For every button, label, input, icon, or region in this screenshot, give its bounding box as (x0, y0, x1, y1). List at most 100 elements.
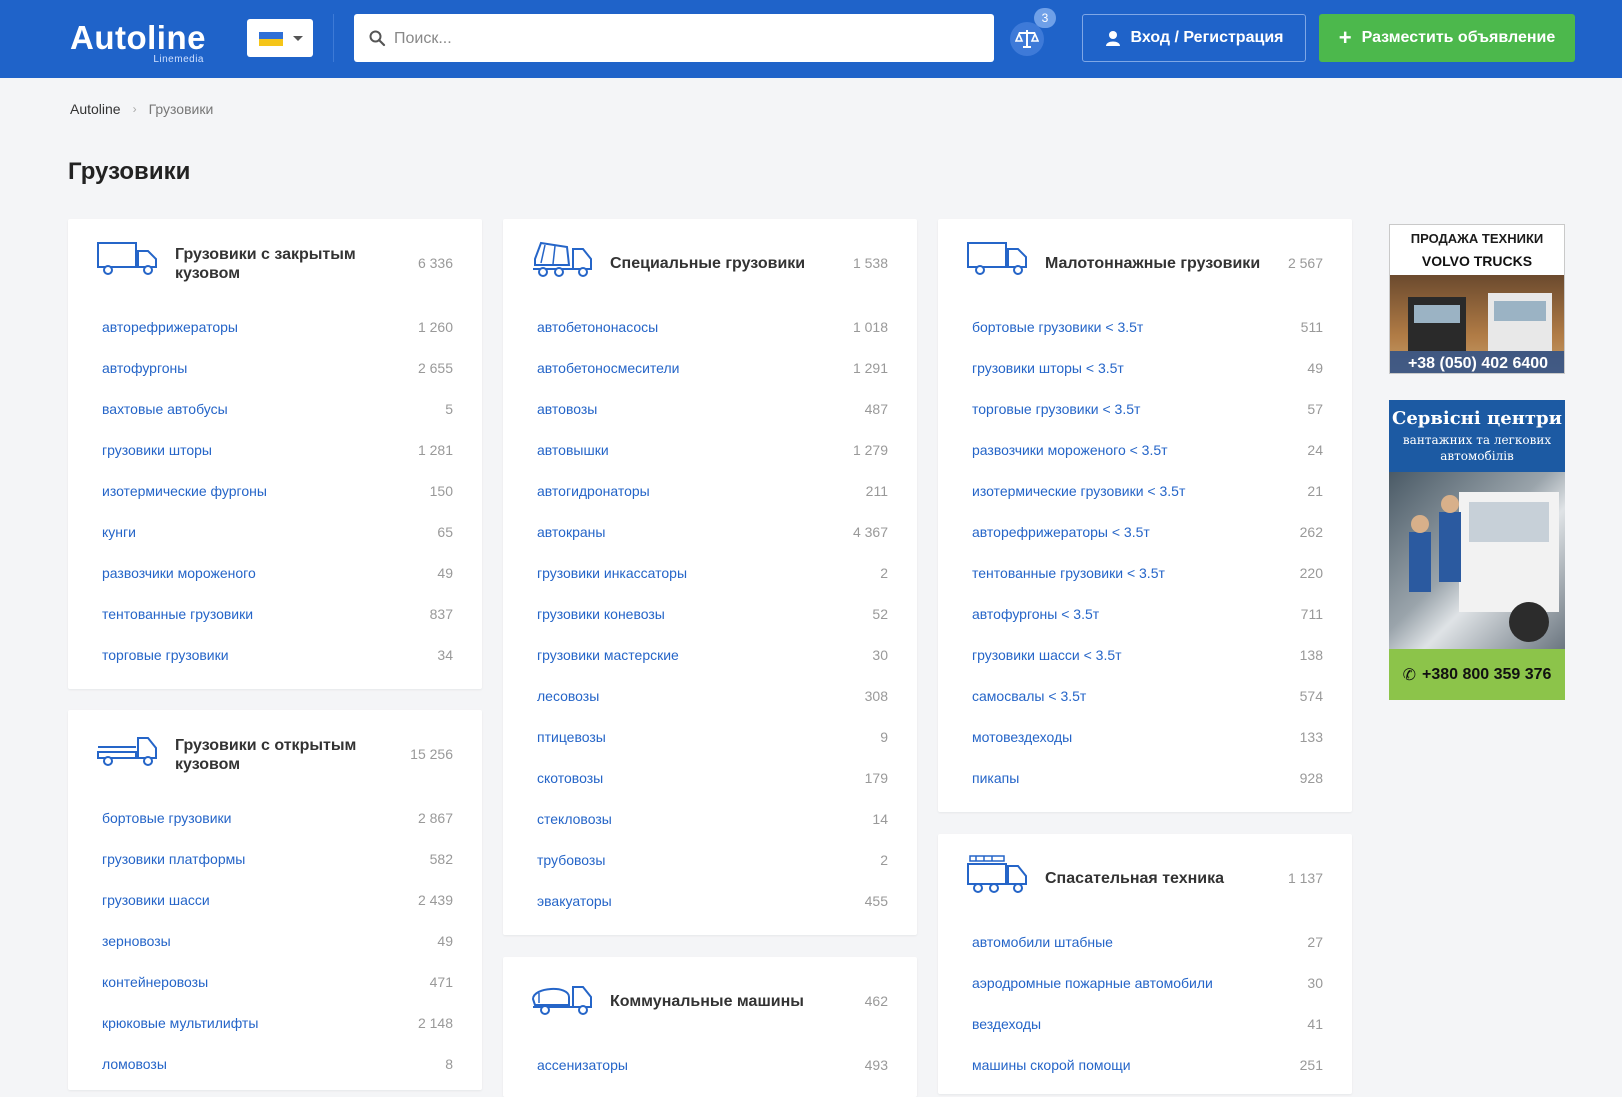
subcategory-link[interactable]: вахтовые автобусы (102, 401, 228, 417)
category-card-open-body: Грузовики с открытым кузовом 15 256 борт… (68, 710, 482, 1090)
subcategory-link[interactable]: торговые грузовики < 3.5т (972, 401, 1140, 417)
subcategory-link[interactable]: автогидронаторы (537, 483, 650, 499)
subcategory-link[interactable]: зерновозы (102, 933, 171, 949)
subcategory-link[interactable]: авторефрижераторы < 3.5т (972, 524, 1150, 540)
subcategory-link[interactable]: мотовездеходы (972, 729, 1072, 745)
autoline-logo[interactable]: Autoline Linemedia (70, 20, 206, 66)
subcategory-link[interactable]: скотовозы (537, 770, 603, 786)
subcategory-link[interactable]: кунги (102, 524, 136, 540)
card-header[interactable]: Грузовики с закрытым кузовом 6 336 (68, 219, 482, 309)
subcategory-link[interactable]: автокраны (537, 524, 605, 540)
list-item: развозчики мороженого < 3.5т 24 (938, 431, 1352, 472)
subcategory-count: 65 (437, 524, 453, 540)
subcategory-count: 9 (880, 729, 888, 745)
subcategory-link[interactable]: тентованные грузовики (102, 606, 253, 622)
subcategory-link[interactable]: торговые грузовики (102, 647, 229, 663)
card-header[interactable]: Специальные грузовики 1 538 (503, 219, 917, 309)
compare-count-badge: 3 (1034, 8, 1056, 28)
category-card-closed-body: Грузовики с закрытым кузовом 6 336 автор… (68, 219, 482, 689)
subcategory-link[interactable]: контейнеровозы (102, 974, 208, 990)
logo-subtext: Linemedia (153, 54, 204, 65)
subcategory-list: авторефрижераторы 1 260 автофургоны 2 655 … (68, 308, 482, 677)
card-header[interactable]: Спасательная техника 1 137 (938, 834, 1352, 924)
list-item: грузовики мастерские 30 (503, 636, 917, 677)
subcategory-link[interactable]: грузовики платформы (102, 851, 245, 867)
subcategory-link[interactable]: автофургоны < 3.5т (972, 606, 1099, 622)
card-header[interactable]: Коммунальные машины 462 (503, 957, 917, 1047)
post-ad-button[interactable]: + Разместить объявление (1319, 14, 1575, 62)
subcategory-link[interactable]: авторефрижераторы (102, 319, 238, 335)
subcategory-link[interactable]: бортовые грузовики (102, 810, 232, 826)
subcategory-link[interactable]: автовышки (537, 442, 609, 458)
subcategory-link[interactable]: эвакуаторы (537, 893, 612, 909)
subcategory-link[interactable]: изотермические фургоны (102, 483, 267, 499)
list-item: грузовики шторы 1 281 (68, 431, 482, 472)
subcategory-link[interactable]: развозчики мороженого (102, 565, 256, 581)
subcategory-link[interactable]: автобетононасосы (537, 319, 658, 335)
subcategory-link[interactable]: стекловозы (537, 811, 612, 827)
list-item: авторефрижераторы 1 260 (68, 308, 482, 349)
subcategory-link[interactable]: крюковые мультилифты (102, 1015, 258, 1031)
subcategory-link[interactable]: изотермические грузовики < 3.5т (972, 483, 1185, 499)
subcategory-link[interactable]: тентованные грузовики < 3.5т (972, 565, 1165, 581)
subcategory-link[interactable]: пикапы (972, 770, 1019, 786)
ad-phone-bar[interactable]: ✆ +380 800 359 376 (1389, 649, 1565, 700)
search-box (354, 14, 994, 64)
card-title: Грузовики с открытым кузовом (175, 737, 357, 773)
list-item: трубовозы 2 (503, 841, 917, 882)
subcategory-link[interactable]: грузовики шторы < 3.5т (972, 360, 1124, 376)
language-selector[interactable] (247, 19, 313, 57)
subcategory-count: 2 (880, 565, 888, 581)
subcategory-link[interactable]: автобетоносмесители (537, 360, 680, 376)
breadcrumb-home-link[interactable]: Autoline (70, 101, 121, 117)
subcategory-count: 471 (429, 974, 453, 990)
subcategory-link[interactable]: аэродромные пожарные автомобили (972, 975, 1213, 991)
subcategory-link[interactable]: грузовики шасси (102, 892, 210, 908)
subcategory-count: 49 (437, 565, 453, 581)
subcategory-link[interactable]: вездеходы (972, 1016, 1041, 1032)
card-title: Малотоннажные грузовики (1045, 255, 1261, 272)
subcategory-link[interactable]: лесовозы (537, 688, 599, 704)
subcategory-link[interactable]: грузовики шторы (102, 442, 212, 458)
subcategory-link[interactable]: автофургоны (102, 360, 187, 376)
list-item: стекловозы 14 (503, 800, 917, 841)
subcategory-count: 41 (1307, 1016, 1323, 1032)
list-item: торговые грузовики < 3.5т 57 (938, 390, 1352, 431)
list-item: бортовые грузовики 2 867 (68, 799, 482, 840)
subcategory-link[interactable]: трубовозы (537, 852, 605, 868)
list-item: грузовики коневозы 52 (503, 595, 917, 636)
subcategory-count: 2 148 (417, 1015, 453, 1031)
subcategory-link[interactable]: бортовые грузовики < 3.5т (972, 319, 1143, 335)
list-item: торговые грузовики 34 (68, 636, 482, 677)
subcategory-link[interactable]: грузовики коневозы (537, 606, 665, 622)
category-card-light-duty: Малотоннажные грузовики 2 567 бортовые г… (938, 219, 1352, 812)
subcategory-link[interactable]: автомобили штабные (972, 934, 1113, 950)
list-item: бортовые грузовики < 3.5т 511 (938, 308, 1352, 349)
card-title: Грузовики с закрытым кузовом (175, 246, 356, 282)
list-item: зерновозы 49 (68, 922, 482, 963)
subcategory-count: 30 (872, 647, 888, 663)
subcategory-link[interactable]: грузовики шасси < 3.5т (972, 647, 1122, 663)
subcategory-link[interactable]: ломовозы (102, 1056, 167, 1072)
card-header[interactable]: Грузовики с открытым кузовом 15 256 (68, 710, 482, 800)
subcategory-count: 21 (1307, 483, 1323, 499)
subcategory-link[interactable]: автовозы (537, 401, 597, 417)
subcategory-link[interactable]: грузовики инкассаторы (537, 565, 687, 581)
list-item: эвакуаторы 455 (503, 882, 917, 923)
subcategory-link[interactable]: грузовики мастерские (537, 647, 679, 663)
subcategory-link[interactable]: развозчики мороженого < 3.5т (972, 442, 1168, 458)
login-register-button[interactable]: Вход / Регистрация (1082, 14, 1306, 62)
list-item: вездеходы 41 (938, 1005, 1352, 1046)
subcategory-link[interactable]: ассенизаторы (537, 1057, 628, 1073)
volvo-trucks-ad-banner[interactable]: ПРОДАЖА ТЕХНИКИ VOLVO TRUCKS +38 (050) 4… (1389, 224, 1565, 374)
card-header[interactable]: Малотоннажные грузовики 2 567 (938, 219, 1352, 309)
subcategory-link[interactable]: самосвалы < 3.5т (972, 688, 1086, 704)
subcategory-link[interactable]: птицевозы (537, 729, 606, 745)
subcategory-link[interactable]: машины скорой помощи (972, 1057, 1131, 1073)
search-input[interactable] (392, 14, 986, 64)
subcategory-count: 1 260 (417, 319, 453, 335)
service-center-ad-banner[interactable]: Сервісні центри вантажних та легкових ав… (1389, 400, 1565, 700)
subcategory-count: 928 (1299, 770, 1323, 786)
subcategory-count: 455 (864, 893, 888, 909)
list-item: грузовики инкассаторы 2 (503, 554, 917, 595)
